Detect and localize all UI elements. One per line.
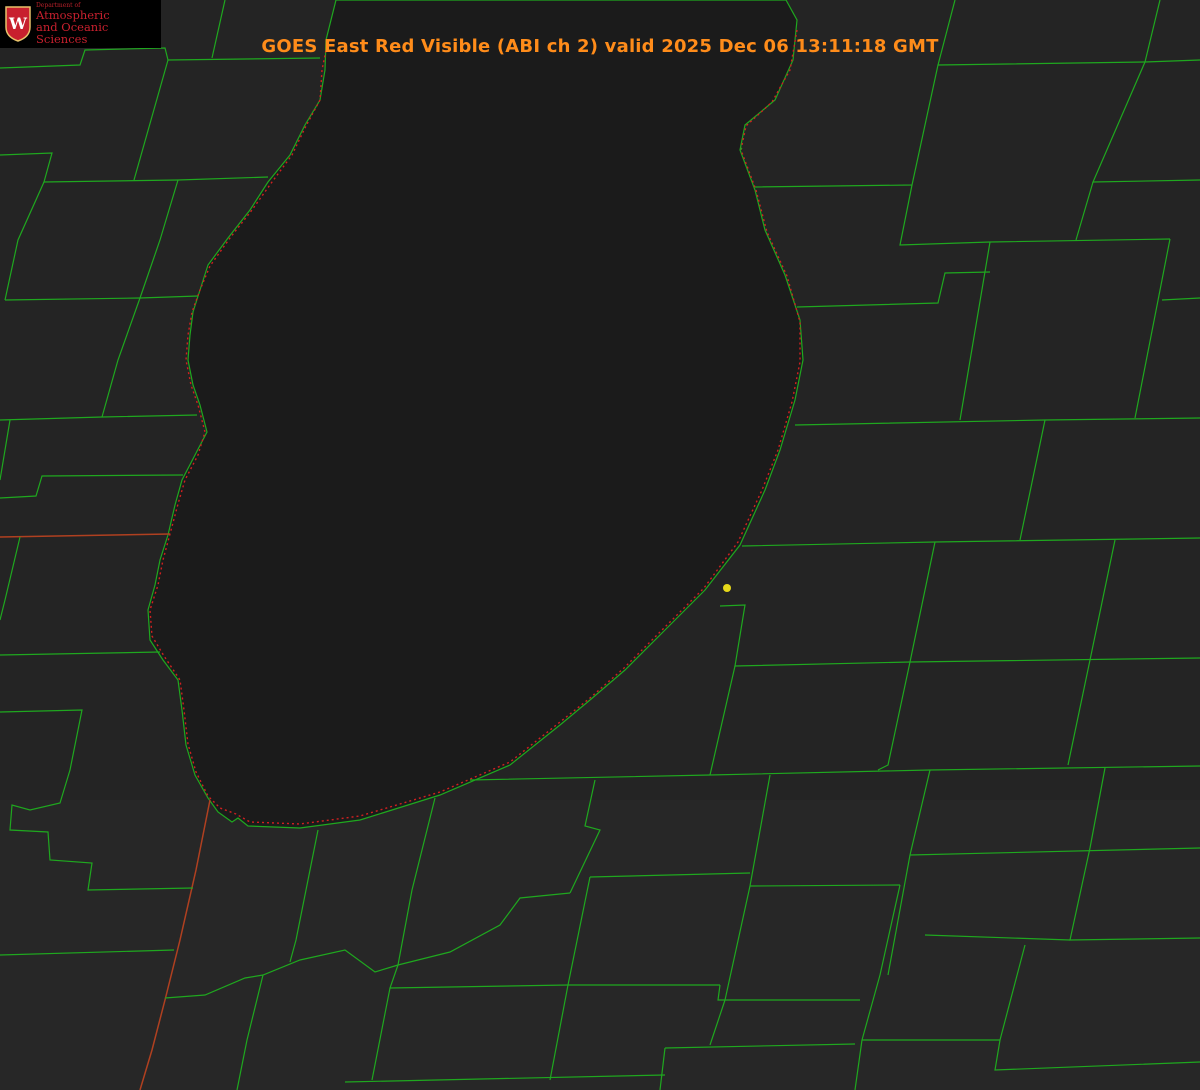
satellite-map bbox=[0, 0, 1200, 1090]
image-title: GOES East Red Visible (ABI ch 2) valid 2… bbox=[261, 36, 939, 57]
station-marker-icon bbox=[723, 584, 731, 592]
satellite-image-view: W Department of Atmospheric and Oceanic … bbox=[0, 0, 1200, 1090]
haze-band bbox=[0, 800, 1200, 1090]
crest-letter: W bbox=[8, 14, 28, 33]
